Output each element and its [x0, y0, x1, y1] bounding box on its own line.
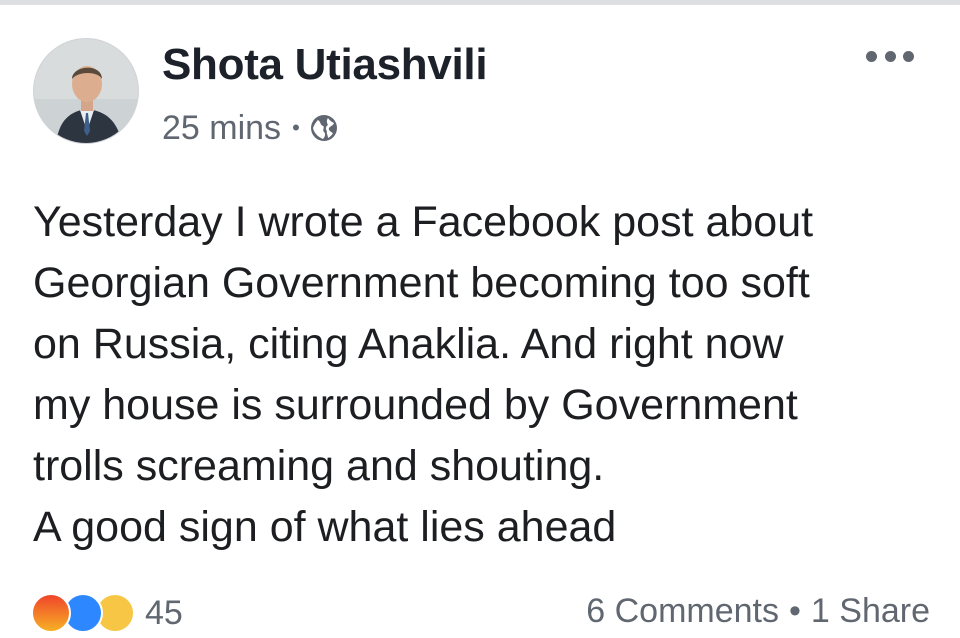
shares-link[interactable]: 1 Share	[811, 592, 930, 631]
post-meta: 25 mins •	[162, 107, 339, 149]
more-dot	[884, 50, 896, 62]
more-dot	[866, 50, 877, 62]
comments-link[interactable]: 6 Comments	[586, 592, 779, 631]
top-divider	[0, 0, 960, 5]
avatar[interactable]	[33, 38, 139, 144]
meta-separator: •	[292, 115, 300, 140]
more-dot	[903, 50, 914, 62]
engagement-separator: •	[789, 592, 801, 630]
reaction-summary[interactable]: 45	[31, 588, 183, 638]
reaction-count: 45	[145, 593, 183, 632]
post-text: Yesterday I wrote a Facebook post about …	[33, 198, 814, 551]
globe-icon[interactable]	[309, 113, 339, 143]
more-options-icon[interactable]	[866, 44, 914, 68]
post-timestamp[interactable]: 25 mins	[162, 109, 281, 148]
angry-reaction-icon	[31, 593, 71, 633]
author-name[interactable]: Shota Utiashvili	[162, 40, 488, 90]
engagement-summary: 6 Comments • 1 Share	[586, 592, 930, 631]
